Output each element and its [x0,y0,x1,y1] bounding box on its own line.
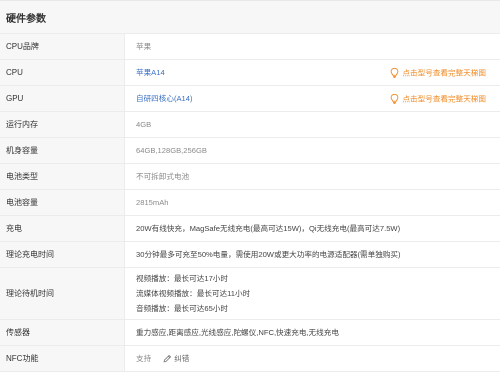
spec-row-cpu-brand: CPU品牌 苹果 [0,34,500,60]
spec-row-cpu: CPU 苹果A14 点击型号查看完整天梯图 [0,60,500,86]
spec-label: 充电 [0,216,125,241]
spec-value: 重力感应,距离感应,光线感应,陀螺仪,NFC,快速充电,无线充电 [136,328,339,337]
section-title: 硬件参数 [0,1,125,33]
report-error-button[interactable]: 纠错 [151,353,189,364]
spec-row-gpu: GPU 自研四核心(A14) 点击型号查看完整天梯图 [0,86,500,112]
spec-label: 机身容量 [0,138,125,163]
spec-label: GPU [0,86,125,111]
spec-value: 2815mAh [136,198,169,207]
standby-line: 视频播放：最长可达17小时 [136,274,228,283]
spec-value: 苹果 [136,42,152,51]
standby-line: 流媒体视频播放：最长可达11小时 [136,289,251,298]
spec-row-standby-time: 理论待机时间 视频播放：最长可达17小时 流媒体视频播放：最长可达11小时 音频… [0,268,500,320]
gpu-ladder-link[interactable]: 点击型号查看完整天梯图 [390,93,486,104]
spec-label: CPU [0,60,125,85]
standby-line: 音频播放：最长可达65小时 [136,304,228,313]
spec-row-battery-type: 电池类型 不可拆卸式电池 [0,164,500,190]
spec-row-nfc: NFC功能 支持 纠错 [0,346,500,372]
spec-value: 不可拆卸式电池 [136,172,190,181]
spec-label: 理论待机时间 [0,268,125,319]
spec-label: 运行内存 [0,112,125,137]
pencil-icon [163,354,172,363]
lightbulb-icon [391,93,399,104]
report-error-label: 纠错 [174,354,190,363]
standby-lines: 视频播放：最长可达17小时 流媒体视频播放：最长可达11小时 音频播放：最长可达… [136,273,250,314]
ladder-link-label: 点击型号查看完整天梯图 [402,68,486,77]
spec-row-sensors: 传感器 重力感应,距离感应,光线感应,陀螺仪,NFC,快速充电,无线充电 [0,320,500,346]
cpu-model-link[interactable]: 苹果A14 [136,67,165,78]
spec-label: NFC功能 [0,346,125,371]
hardware-spec-table: 硬件参数 CPU品牌 苹果 CPU 苹果A14 点击型号查看完整天梯图 GPU … [0,0,500,372]
ladder-link-label: 点击型号查看完整天梯图 [402,94,486,103]
spec-label: 电池容量 [0,190,125,215]
spec-row-storage: 机身容量 64GB,128GB,256GB [0,138,500,164]
spec-label: CPU品牌 [0,34,125,59]
spec-label: 理论充电时间 [0,242,125,267]
spec-row-charge-time: 理论充电时间 30分钟最多可充至50%电量，需使用20W或更大功率的电源适配器(… [0,242,500,268]
spec-label: 电池类型 [0,164,125,189]
spec-value: 64GB,128GB,256GB [136,146,207,155]
spec-row-battery-capacity: 电池容量 2815mAh [0,190,500,216]
lightbulb-icon [391,67,399,78]
spec-value: 4GB [136,120,152,129]
spec-label: 传感器 [0,320,125,345]
spec-value: 30分钟最多可充至50%电量，需使用20W或更大功率的电源适配器(需单独购买) [136,250,401,259]
spec-value: 20W有线快充，MagSafe无线充电(最高可达15W)，Qi无线充电(最高可达… [136,224,401,233]
spec-row-ram: 运行内存 4GB [0,112,500,138]
spec-value: 支持 [136,354,152,363]
cpu-ladder-link[interactable]: 点击型号查看完整天梯图 [390,67,486,78]
gpu-model-link[interactable]: 自研四核心(A14) [136,93,193,104]
section-header: 硬件参数 [0,1,500,34]
spec-row-charging: 充电 20W有线快充，MagSafe无线充电(最高可达15W)，Qi无线充电(最… [0,216,500,242]
